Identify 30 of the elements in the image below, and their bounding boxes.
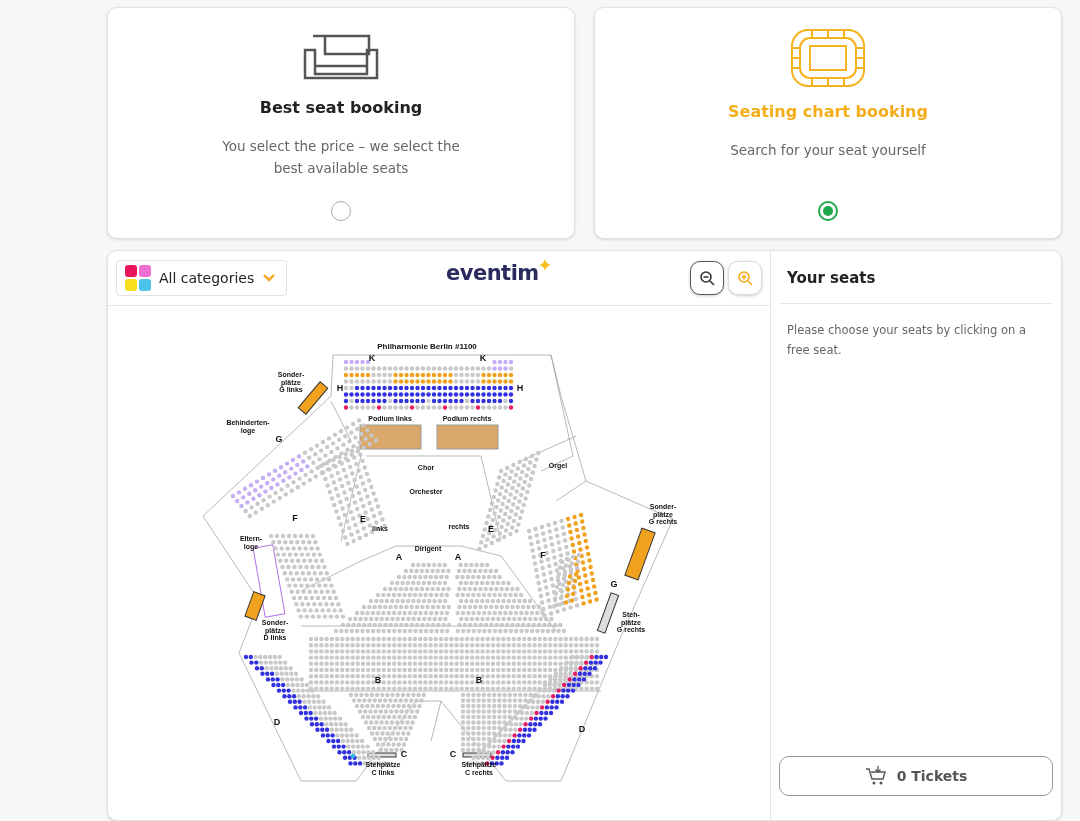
seat-map-label: K [479,353,487,363]
seat-map-label: G [610,579,618,589]
seat-map-label: G [275,434,283,444]
seat-map-label: D [273,717,281,727]
seat-map-label: H [336,383,344,393]
option-description: Search for your seat yourself [729,141,927,160]
seat-map-label: H [516,383,524,393]
sidebar-title: Your seats [779,251,1053,304]
tickets-button[interactable]: 0 Tickets [779,756,1053,796]
option-title: Best seat booking [259,98,423,117]
option-title: Seating chart booking [728,102,928,121]
seat-map-label: B [475,675,483,685]
seat-map-label: C [400,749,408,759]
seat-map-label: E [488,524,494,534]
seat-map-label: B [374,675,382,685]
booking-option-card[interactable]: Seating chart booking Search for your seat yourself [594,7,1062,239]
logo: eventim [446,261,539,285]
seat-map-label: E [360,514,366,524]
seat-map-label: A [454,552,462,562]
seat-map-label: K [368,353,376,363]
seat-map-label: A [395,552,403,562]
seat-map-label: F [540,550,546,560]
seat-map-label: D [578,724,586,734]
option-description: You select the price – we select the best available seats [221,137,461,178]
seat-map-label: F [292,513,298,523]
booking-option-card[interactable]: Best seat booking You select the price – we select the best available seats [107,7,575,239]
seat-map-label: Philharmonie Berlin #1100 [377,342,477,351]
seat-map-label: C [449,749,457,759]
category-dropdown[interactable]: All categories [116,260,288,296]
sidebar-message: Please choose your seats by clicking on a free seat. [786,322,1028,359]
